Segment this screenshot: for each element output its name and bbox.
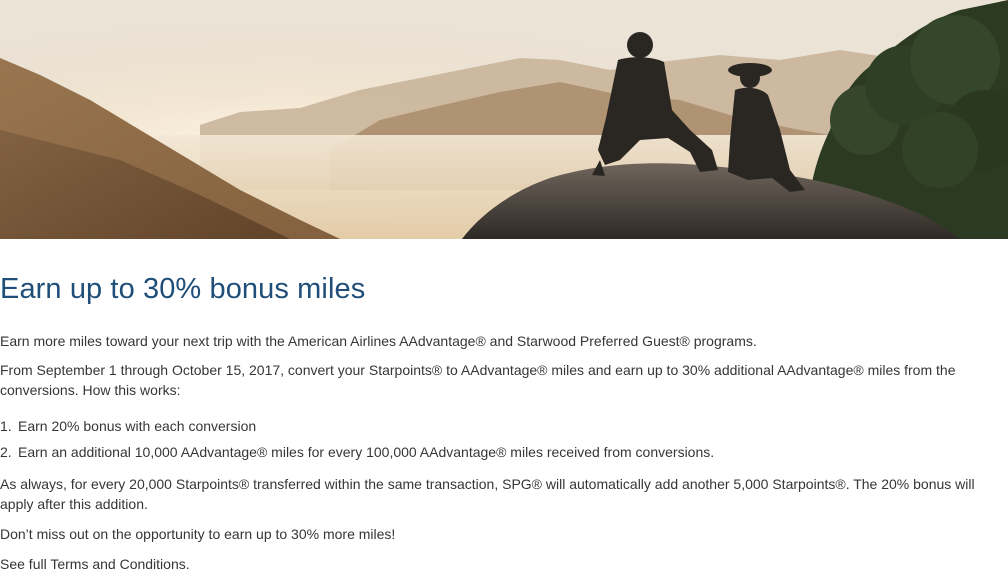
list-item-number: 1. bbox=[0, 418, 12, 434]
list-item: 2. Earn an additional 10,000 AAdvantage® … bbox=[0, 442, 714, 468]
details-paragraph: From September 1 through October 15, 201… bbox=[0, 362, 956, 398]
terms-link[interactable]: See full Terms and Conditions. bbox=[0, 554, 990, 574]
intro-paragraph: Earn more miles toward your next trip wi… bbox=[0, 333, 757, 349]
hero-image bbox=[0, 0, 1008, 239]
list-item-text: Earn an additional 10,000 AAdvantage® mi… bbox=[18, 444, 715, 460]
cta-paragraph: Don’t miss out on the opportunity to ear… bbox=[0, 526, 396, 542]
list-item-text: Earn 20% bonus with each conversion bbox=[18, 418, 257, 434]
list-item-number: 2. bbox=[0, 444, 12, 460]
hero-landscape-illustration bbox=[0, 0, 1008, 239]
page-title: Earn up to 30% bonus miles bbox=[0, 273, 366, 305]
promo-page: Earn up to 30% bonus miles Earn more mil… bbox=[0, 0, 1008, 576]
note-paragraph: As always, for every 20,000 Starpoints® … bbox=[0, 476, 975, 512]
steps-list: 1. Earn 20% bonus with each conversion 2.… bbox=[0, 416, 714, 468]
list-item: 1. Earn 20% bonus with each conversion bbox=[0, 416, 714, 442]
